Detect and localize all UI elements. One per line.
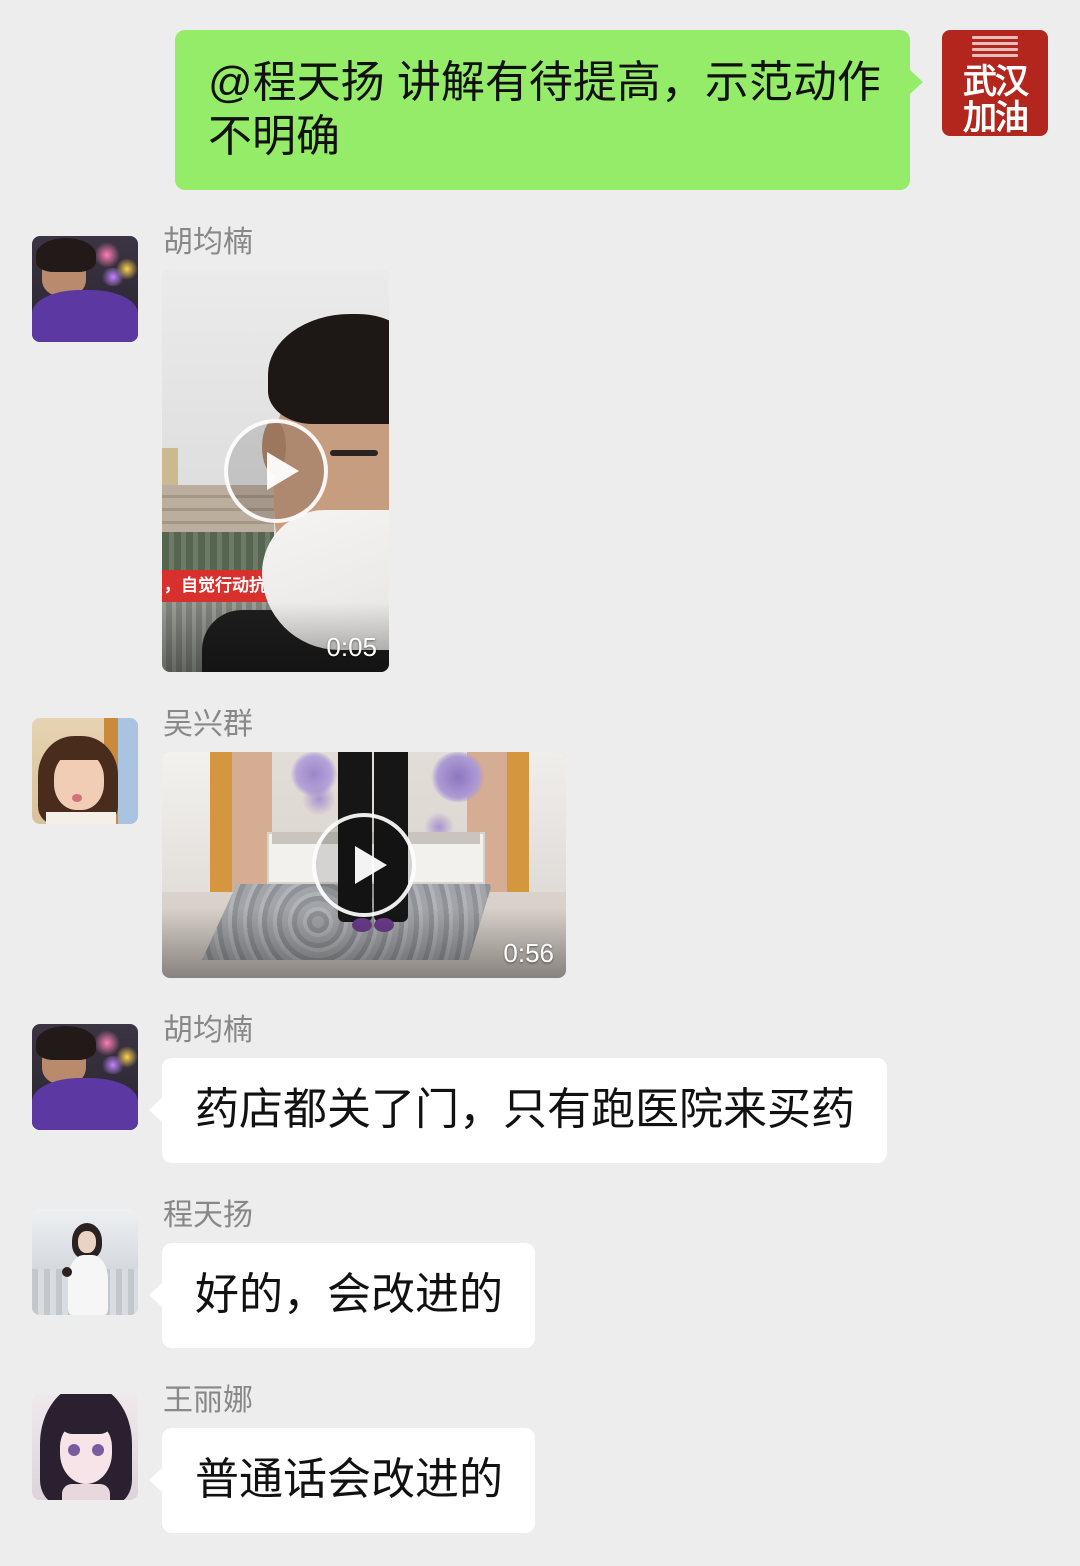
little-girl-avatar[interactable] (32, 718, 138, 824)
trees (162, 532, 274, 570)
message-text: 普通话会改进的 (195, 1455, 503, 1504)
sender-name: 吴兴群 (163, 708, 253, 741)
avatar-hair (36, 1026, 96, 1060)
avatar-eye (92, 1444, 104, 1456)
sender-name: 胡均楠 (163, 1014, 253, 1047)
message-text: 好的，会改进的 (195, 1270, 503, 1319)
avatar-coat (68, 1255, 108, 1315)
banner-text: ，自觉行动抗疫 (164, 576, 274, 595)
avatar-hoodie (32, 290, 138, 342)
wuhan-jiayou-avatar[interactable]: 武汉 加油 (942, 30, 1048, 136)
anime-girl-avatar[interactable] (32, 1394, 138, 1500)
sender-name: 王丽娜 (163, 1384, 253, 1417)
avatar-face (78, 1231, 96, 1253)
play-icon (266, 452, 299, 490)
avatar-hair (36, 238, 96, 272)
incoming-message-bubble[interactable]: 药店都关了门，只有跑医院来买药 (149, 1058, 887, 1163)
person-purple-hoodie-avatar[interactable] (32, 1024, 138, 1130)
video-duration: 0:56 (503, 938, 554, 968)
avatar-hand (62, 1267, 72, 1277)
play-button[interactable] (223, 419, 328, 523)
flower (302, 782, 336, 816)
avatar-hoodie (32, 1078, 138, 1130)
avatar-lips (72, 794, 82, 802)
message-text: 药店都关了门，只有跑医院来买药 (195, 1085, 855, 1134)
sender-name: 程天扬 (163, 1199, 253, 1232)
avatar-caption-bottom: 加油 (963, 99, 1029, 136)
avatar-fine-print (972, 42, 1018, 45)
video-message-thumbnail[interactable]: ，自觉行动抗疫 0:05 (162, 270, 389, 672)
sender-name: 胡均楠 (163, 226, 253, 259)
message-text: @程天扬 讲解有待提高，示范动作不明确 (208, 58, 881, 161)
white-arch (162, 752, 210, 912)
bokeh-light (100, 1056, 126, 1074)
play-icon (355, 846, 387, 884)
avatar-collar (62, 1484, 110, 1500)
avatar-bangs (58, 1412, 114, 1434)
person-purple-hoodie-avatar[interactable] (32, 236, 138, 342)
play-button[interactable] (312, 813, 416, 917)
outgoing-message-bubble[interactable]: @程天扬 讲解有待提高，示范动作不明确 (175, 30, 923, 190)
avatar-eye (68, 1444, 80, 1456)
video-duration: 0:05 (326, 632, 377, 662)
avatar-fine-print (972, 36, 1018, 39)
woman-white-coat-avatar[interactable] (32, 1209, 138, 1315)
video-message-thumbnail[interactable]: 0:56 (162, 752, 566, 978)
avatar-bangs (54, 746, 106, 760)
flower (430, 752, 486, 802)
avatar-caption-top: 武汉 (963, 63, 1029, 101)
incoming-message-bubble[interactable]: 好的，会改进的 (149, 1243, 535, 1348)
incoming-message-bubble[interactable]: 普通话会改进的 (149, 1428, 535, 1533)
chat-screen: @程天扬 讲解有待提高，示范动作不明确 武汉 加油 胡均楠 ，自觉行动抗疫 0:… (0, 0, 1080, 1566)
left-wall-panel (232, 752, 272, 902)
eye (330, 450, 378, 456)
red-banner: ，自觉行动抗疫 (162, 570, 274, 602)
bokeh-light (100, 268, 126, 286)
avatar-fine-print (972, 48, 1018, 51)
avatar-shirt (46, 812, 116, 824)
background-window (118, 718, 138, 824)
avatar-fine-print (972, 54, 1018, 57)
